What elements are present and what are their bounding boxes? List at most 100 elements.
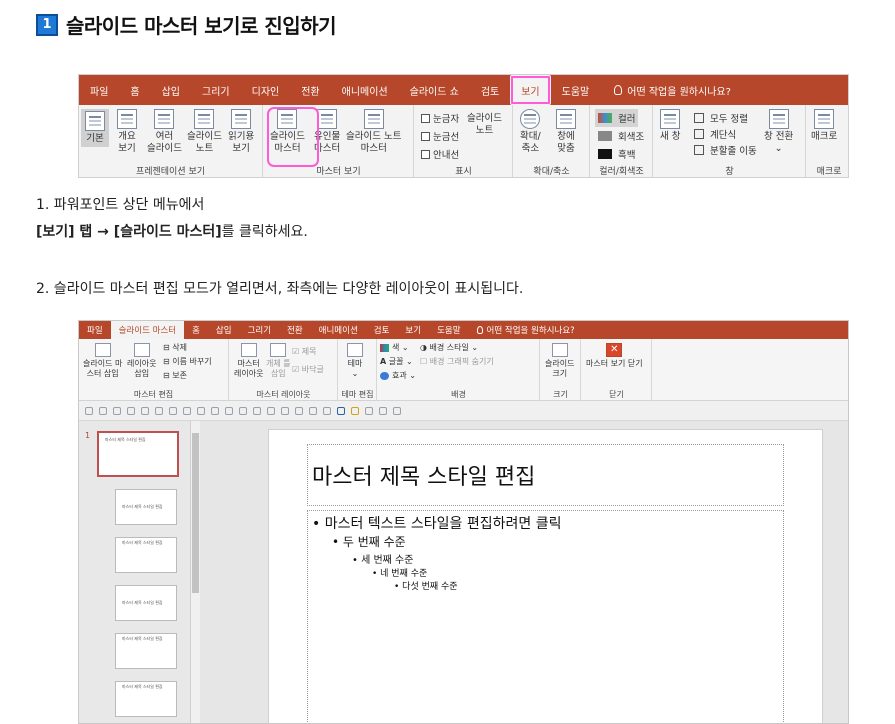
slide-thumbnail-layout[interactable]: 마스터 제목 스타일 편집 bbox=[115, 489, 177, 525]
new-window-button[interactable]: 새 창 bbox=[660, 109, 681, 143]
slide-master-highlight bbox=[267, 107, 319, 167]
delete-button[interactable]: ⊟ 삭제 bbox=[163, 343, 187, 353]
tab-view[interactable]: 보기 bbox=[510, 75, 551, 105]
title-placeholder[interactable]: 마스터 제목 스타일 편집 bbox=[307, 444, 784, 506]
hide-background-checkbox[interactable]: ☐ 배경 그래픽 숨기기 bbox=[420, 357, 494, 367]
open-icon[interactable] bbox=[351, 406, 359, 415]
tell-me-search[interactable]: 어떤 작업을 원하시나요? bbox=[469, 321, 583, 339]
body-placeholder[interactable]: • 마스터 텍스트 스타일을 편집하려면 클릭 • 두 번째 수준 • 세 번째… bbox=[307, 510, 784, 723]
toolbar-icon[interactable] bbox=[99, 406, 107, 415]
fonts-button[interactable]: A 글꼴 ⌄ bbox=[380, 357, 413, 367]
tell-me-text: 어떤 작업을 원하시나요? bbox=[627, 86, 731, 98]
bullet-level-3: • 세 번째 수준 bbox=[352, 555, 414, 566]
rename-button[interactable]: ⊟ 이름 바꾸기 bbox=[163, 357, 212, 367]
tab-help[interactable]: 도움말 bbox=[551, 75, 601, 105]
toolbar-icon[interactable] bbox=[365, 406, 373, 415]
notes-master-button[interactable]: 슬라이드 노트 마스터 bbox=[346, 109, 401, 155]
toolbar-icon[interactable] bbox=[127, 406, 135, 415]
toolbar-icon[interactable] bbox=[309, 406, 317, 415]
slide-sorter-button[interactable]: 여러 슬라이드 bbox=[147, 109, 182, 155]
tell-me-search[interactable]: 어떤 작업을 원하시나요? bbox=[600, 83, 731, 98]
scrollbar-thumb[interactable] bbox=[192, 433, 199, 593]
toolbar-icon[interactable] bbox=[225, 406, 233, 415]
notes-page-button[interactable]: 슬라이드 노트 bbox=[187, 109, 222, 155]
preserve-button[interactable]: ⊟ 보존 bbox=[163, 371, 187, 381]
outline-view-button[interactable]: 개요 보기 bbox=[117, 109, 137, 155]
switch-windows-button[interactable]: 창 전환 ⌄ bbox=[764, 109, 793, 155]
background-styles-button[interactable]: ◑ 배경 스타일 ⌄ bbox=[420, 343, 478, 353]
grayscale-button[interactable]: 회색조 bbox=[598, 129, 644, 143]
save-icon[interactable] bbox=[337, 406, 345, 415]
toolbar-icon[interactable] bbox=[197, 406, 205, 415]
black-white-button[interactable]: 흑백 bbox=[598, 147, 635, 161]
tab-transitions[interactable]: 전환 bbox=[279, 321, 311, 339]
toolbar-icon[interactable] bbox=[323, 406, 331, 415]
tab-file[interactable]: 파일 bbox=[79, 321, 111, 339]
tab-animations[interactable]: 애니메이션 bbox=[331, 75, 399, 105]
tab-transitions[interactable]: 전환 bbox=[290, 75, 330, 105]
guides-checkbox[interactable]: 안내선 bbox=[421, 147, 459, 161]
effects-button[interactable]: 효과 ⌄ bbox=[380, 371, 416, 381]
zoom-button[interactable]: 확대/ 축소 bbox=[520, 109, 541, 155]
notes-master-icon bbox=[363, 109, 384, 129]
toolbar-icon[interactable] bbox=[113, 406, 121, 415]
ruler-checkbox[interactable]: 눈금자 bbox=[421, 111, 459, 125]
tab-draw[interactable]: 그리기 bbox=[191, 75, 241, 105]
tab-help[interactable]: 도움말 bbox=[429, 321, 468, 339]
tab-design[interactable]: 디자인 bbox=[241, 75, 291, 105]
color-button[interactable]: 컬러 bbox=[595, 109, 639, 127]
master-layout-button[interactable]: 마스터 레이아웃 bbox=[234, 343, 263, 379]
toolbar-icon[interactable] bbox=[253, 406, 261, 415]
toolbar-icon[interactable] bbox=[85, 406, 93, 415]
insert-placeholder-button[interactable]: 개체 틀 삽입 bbox=[266, 343, 291, 379]
toolbar-icon[interactable] bbox=[239, 406, 247, 415]
insert-slide-master-button[interactable]: 슬라이드 마 스터 삽입 bbox=[83, 343, 122, 379]
insert-layout-button[interactable]: 레이아웃 삽입 bbox=[127, 343, 156, 379]
themes-button[interactable]: 테마 ⌄ bbox=[347, 343, 363, 379]
toolbar-icon[interactable] bbox=[183, 406, 191, 415]
tab-animations[interactable]: 애니메이션 bbox=[311, 321, 366, 339]
tab-home[interactable]: 홈 bbox=[184, 321, 208, 339]
colors-button[interactable]: 색 ⌄ bbox=[380, 343, 409, 353]
tab-review[interactable]: 검토 bbox=[366, 321, 398, 339]
reading-view-button[interactable]: 읽기용 보기 bbox=[228, 109, 254, 155]
cascade-button[interactable]: 계단식 bbox=[694, 127, 736, 141]
reading-view-icon bbox=[231, 109, 252, 129]
tab-insert[interactable]: 삽입 bbox=[151, 75, 191, 105]
slide-thumbnail-layout[interactable]: 마스터 제목 스타일 편집 bbox=[115, 537, 177, 573]
tab-slideshow[interactable]: 슬라이드 쇼 bbox=[399, 75, 470, 105]
toolbar-icon[interactable] bbox=[281, 406, 289, 415]
slide-size-button[interactable]: 슬라이드 크기 bbox=[545, 343, 574, 379]
master-slide[interactable]: 마스터 제목 스타일 편집 • 마스터 텍스트 스타일을 편집하려면 클릭 • … bbox=[268, 429, 823, 723]
toolbar-icon[interactable] bbox=[141, 406, 149, 415]
slide-thumbnail-layout[interactable]: 마스터 제목 스타일 편집 bbox=[115, 681, 177, 717]
arrange-all-button[interactable]: 모두 정렬 bbox=[694, 111, 748, 125]
toolbar-icon[interactable] bbox=[169, 406, 177, 415]
thumbnail-scrollbar[interactable] bbox=[190, 421, 200, 723]
tab-insert[interactable]: 삽입 bbox=[208, 321, 240, 339]
toolbar-icon[interactable] bbox=[267, 406, 275, 415]
tab-draw[interactable]: 그리기 bbox=[240, 321, 279, 339]
normal-view-button[interactable]: 기본 bbox=[81, 109, 109, 147]
toolbar-icon[interactable] bbox=[155, 406, 163, 415]
toolbar-icon[interactable] bbox=[393, 406, 401, 415]
tab-review[interactable]: 검토 bbox=[470, 75, 510, 105]
close-master-view-button[interactable]: ✕ 마스터 보기 닫기 bbox=[586, 343, 643, 369]
move-split-button[interactable]: 분할줄 이동 bbox=[694, 143, 757, 157]
toolbar-icon[interactable] bbox=[379, 406, 387, 415]
tab-home[interactable]: 홈 bbox=[119, 75, 150, 105]
fit-to-window-button[interactable]: 창에 맞춤 bbox=[556, 109, 576, 155]
macro-button[interactable]: 매크로 bbox=[811, 109, 837, 143]
tab-file[interactable]: 파일 bbox=[79, 75, 119, 105]
slide-thumbnail-layout[interactable]: 마스터 제목 스타일 편집 bbox=[115, 633, 177, 669]
show-notes-button[interactable]: 슬라이드 노트 bbox=[467, 113, 502, 137]
toolbar-icon[interactable] bbox=[211, 406, 219, 415]
gridlines-checkbox[interactable]: 눈금선 bbox=[421, 129, 459, 143]
toolbar-icon[interactable] bbox=[295, 406, 303, 415]
tab-view[interactable]: 보기 bbox=[397, 321, 429, 339]
footer-checkbox[interactable]: ☑ 바닥글 bbox=[292, 365, 324, 375]
slide-thumbnail-master[interactable]: 마스터 제목 스타일 편집 bbox=[97, 431, 179, 477]
title-checkbox[interactable]: ☑ 제목 bbox=[292, 347, 316, 357]
slide-thumbnail-layout[interactable]: 마스터 제목 스타일 편집 bbox=[115, 585, 177, 621]
tab-slide-master[interactable]: 슬라이드 마스터 bbox=[110, 321, 185, 339]
